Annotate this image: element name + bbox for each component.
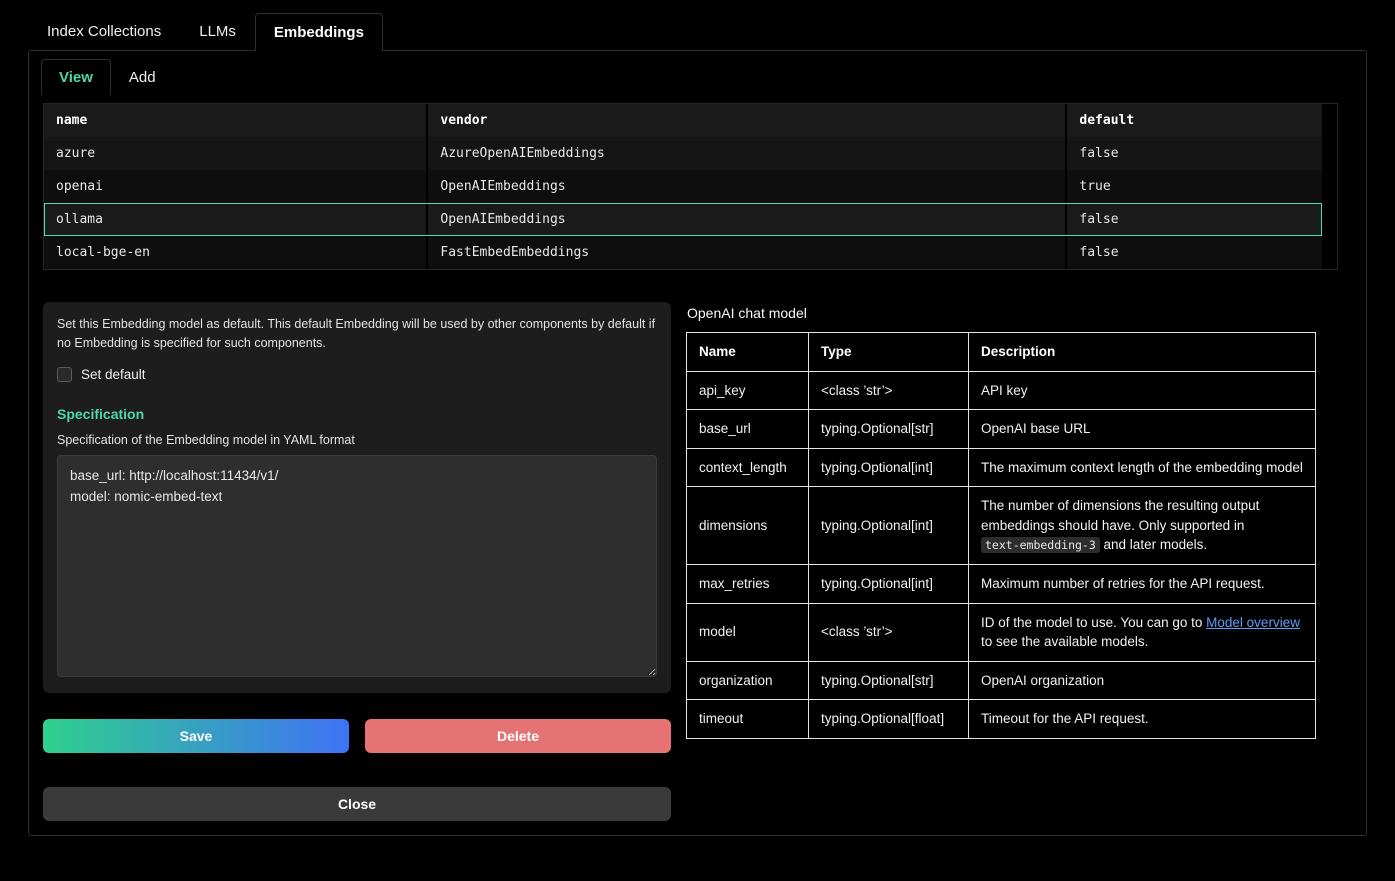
embedding-cell-vendor: OpenAIEmbeddings bbox=[427, 203, 1066, 236]
doc-row-dimensions: dimensionstyping.Optional[int] The number… bbox=[687, 487, 1316, 565]
doc-cell-type: typing.Optional[int] bbox=[809, 448, 969, 487]
doc-cell-name: timeout bbox=[687, 700, 809, 739]
doc-cell-description: OpenAI base URL bbox=[969, 410, 1316, 449]
detail-area: Set this Embedding model as default. Thi… bbox=[41, 302, 1340, 821]
page: Index Collections LLMs Embeddings View A… bbox=[0, 0, 1395, 836]
tab-view[interactable]: View bbox=[41, 59, 111, 95]
specification-heading: Specification bbox=[57, 406, 657, 422]
doc-cell-name: context_length bbox=[687, 448, 809, 487]
doc-cell-type: typing.Optional[int] bbox=[809, 487, 969, 565]
embedding-row-local-bge-en[interactable]: local-bge-enFastEmbedEmbeddingsfalse bbox=[44, 236, 1322, 269]
doc-row-api_key: api_key<class ’str’>API key bbox=[687, 371, 1316, 410]
doc-cell-type: typing.Optional[float] bbox=[809, 700, 969, 739]
doc-row-timeout: timeouttyping.Optional[float]Timeout for… bbox=[687, 700, 1316, 739]
doc-cell-name: model bbox=[687, 603, 809, 661]
embedding-cell-default: true bbox=[1066, 170, 1322, 203]
tab-llms[interactable]: LLMs bbox=[180, 12, 255, 50]
doc-column: OpenAI chat model Name Type Description … bbox=[686, 302, 1316, 739]
doc-panel-title: OpenAI chat model bbox=[687, 305, 1316, 321]
tab-index-collections[interactable]: Index Collections bbox=[28, 12, 180, 50]
doc-cell-type: typing.Optional[int] bbox=[809, 564, 969, 603]
embedding-row-azure[interactable]: azureAzureOpenAIEmbeddingsfalse bbox=[44, 137, 1322, 170]
doc-column-header-type: Type bbox=[809, 333, 969, 372]
model-overview-link[interactable]: Model overview bbox=[1206, 615, 1300, 630]
doc-row-base_url: base_urltyping.Optional[str]OpenAI base … bbox=[687, 410, 1316, 449]
doc-cell-description: Timeout for the API request. bbox=[969, 700, 1316, 739]
inline-code: text-embedding-3 bbox=[981, 537, 1100, 553]
embedding-row-ollama[interactable]: ollamaOpenAIEmbeddingsfalse bbox=[44, 203, 1322, 236]
doc-cell-type: typing.Optional[str] bbox=[809, 410, 969, 449]
doc-row-context_length: context_lengthtyping.Optional[int]The ma… bbox=[687, 448, 1316, 487]
doc-cell-description: Maximum number of retries for the API re… bbox=[969, 564, 1316, 603]
doc-text: to see the available models. bbox=[981, 634, 1148, 649]
doc-row-max_retries: max_retriestyping.Optional[int]Maximum n… bbox=[687, 564, 1316, 603]
embedding-cell-name: openai bbox=[44, 170, 427, 203]
sub-tab-bar: View Add bbox=[41, 59, 1340, 95]
doc-cell-name: organization bbox=[687, 661, 809, 700]
doc-cell-type: typing.Optional[str] bbox=[809, 661, 969, 700]
doc-cell-name: max_retries bbox=[687, 564, 809, 603]
doc-cell-type: <class ’str’> bbox=[809, 371, 969, 410]
doc-text: ID of the model to use. You can go to bbox=[981, 615, 1206, 630]
doc-column-header-description: Description bbox=[969, 333, 1316, 372]
doc-row-model: model<class ’str’>ID of the model to use… bbox=[687, 603, 1316, 661]
tab-add[interactable]: Add bbox=[111, 59, 174, 95]
set-default-checkbox-row[interactable]: Set default bbox=[57, 367, 146, 382]
doc-table-header: Name Type Description bbox=[687, 333, 1316, 372]
embedding-cell-vendor: AzureOpenAIEmbeddings bbox=[427, 137, 1066, 170]
save-button[interactable]: Save bbox=[43, 719, 349, 753]
embedding-cell-name: ollama bbox=[44, 203, 427, 236]
set-default-label: Set default bbox=[81, 367, 146, 382]
default-description: Set this Embedding model as default. Thi… bbox=[57, 315, 657, 354]
doc-cell-name: base_url bbox=[687, 410, 809, 449]
embedding-cell-name: local-bge-en bbox=[44, 236, 427, 269]
embeddings-table-header: name vendor default bbox=[44, 104, 1322, 137]
embedding-cell-default: false bbox=[1066, 137, 1322, 170]
delete-button[interactable]: Delete bbox=[365, 719, 671, 753]
yaml-spec-textarea[interactable]: base_url: http://localhost:11434/v1/ mod… bbox=[57, 455, 657, 677]
doc-text: The number of dimensions the resulting o… bbox=[981, 498, 1259, 533]
doc-cell-description: OpenAI organization bbox=[969, 661, 1316, 700]
doc-cell-description: ID of the model to use. You can go to Mo… bbox=[969, 603, 1316, 661]
doc-cell-type: <class ’str’> bbox=[809, 603, 969, 661]
column-header-vendor: vendor bbox=[427, 104, 1066, 137]
embedding-cell-default: false bbox=[1066, 203, 1322, 236]
doc-table: Name Type Description api_key<class ’str… bbox=[686, 332, 1316, 739]
default-settings-panel: Set this Embedding model as default. Thi… bbox=[43, 302, 671, 693]
doc-row-organization: organizationtyping.Optional[str]OpenAI o… bbox=[687, 661, 1316, 700]
main-tab-bar: Index Collections LLMs Embeddings bbox=[28, 12, 1367, 50]
embeddings-table: name vendor default azureAzureOpenAIEmbe… bbox=[44, 104, 1322, 269]
close-button[interactable]: Close bbox=[43, 787, 671, 821]
embeddings-table-card: name vendor default azureAzureOpenAIEmbe… bbox=[43, 103, 1338, 270]
column-header-name: name bbox=[44, 104, 427, 137]
doc-text: and later models. bbox=[1100, 537, 1207, 552]
tab-embeddings[interactable]: Embeddings bbox=[255, 13, 383, 51]
doc-column-header-name: Name bbox=[687, 333, 809, 372]
specification-subtitle: Specification of the Embedding model in … bbox=[57, 433, 657, 447]
embedding-cell-vendor: FastEmbedEmbeddings bbox=[427, 236, 1066, 269]
embedding-cell-name: azure bbox=[44, 137, 427, 170]
edit-column: Set this Embedding model as default. Thi… bbox=[43, 302, 671, 821]
doc-cell-name: api_key bbox=[687, 371, 809, 410]
embedding-cell-default: false bbox=[1066, 236, 1322, 269]
embeddings-panel: View Add name vendor default azureAzureO… bbox=[28, 50, 1367, 836]
doc-cell-description: The number of dimensions the resulting o… bbox=[969, 487, 1316, 565]
embedding-row-openai[interactable]: openaiOpenAIEmbeddingstrue bbox=[44, 170, 1322, 203]
doc-cell-name: dimensions bbox=[687, 487, 809, 565]
doc-cell-description: API key bbox=[969, 371, 1316, 410]
column-header-default: default bbox=[1066, 104, 1322, 137]
action-button-row: Save Delete bbox=[43, 719, 671, 753]
set-default-checkbox[interactable] bbox=[57, 367, 72, 382]
embedding-cell-vendor: OpenAIEmbeddings bbox=[427, 170, 1066, 203]
doc-cell-description: The maximum context length of the embedd… bbox=[969, 448, 1316, 487]
